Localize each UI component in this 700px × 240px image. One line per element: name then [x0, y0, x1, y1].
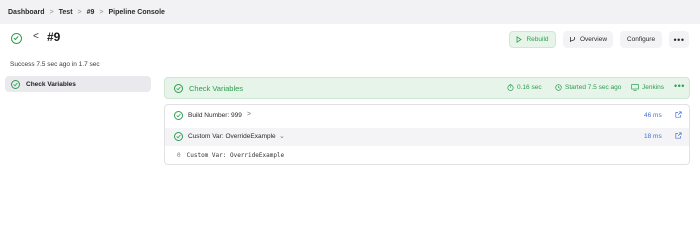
page-title: #9: [47, 30, 61, 44]
top-bar: Dashboard > Test > #9 > Pipeline Console: [0, 0, 700, 24]
breadcrumb-separator: >: [99, 8, 104, 16]
back-chevron-icon[interactable]: <: [33, 31, 39, 42]
chevron-right-icon[interactable]: >: [247, 111, 251, 118]
stage-started-label: Started 7.5 sec ago: [565, 84, 622, 91]
stage-duration: 0.16 sec: [507, 84, 542, 91]
clock-icon: [555, 84, 562, 91]
monitor-icon: [631, 84, 639, 91]
breadcrumb-separator: >: [49, 8, 54, 16]
timer-icon: [507, 84, 514, 91]
success-check-icon: [174, 132, 183, 141]
step-label: Build Number: 999: [188, 112, 242, 119]
stage-more-button[interactable]: •••: [674, 81, 685, 91]
sidebar-stage-check-variables[interactable]: Check Variables: [5, 76, 151, 92]
stage-agent-label: Jenkins: [642, 84, 665, 91]
step-row[interactable]: Custom Var: OverrideExample ⌄ 18 ms: [165, 128, 689, 146]
stage-agent[interactable]: Jenkins: [631, 84, 664, 91]
more-options-button[interactable]: •••: [669, 31, 689, 48]
breadcrumb-pipeline-console[interactable]: Pipeline Console: [109, 9, 165, 16]
success-check-icon: [11, 33, 22, 44]
stage-started: Started 7.5 sec ago: [555, 84, 621, 91]
stage-duration-label: 0.16 sec: [517, 84, 542, 91]
stage-header: Check Variables 0.16 sec Started 7.5 sec…: [164, 77, 690, 99]
success-check-icon: [174, 111, 183, 120]
breadcrumb-test[interactable]: Test: [59, 9, 73, 16]
console-log: 0 Custom Var: OverrideExample: [177, 152, 284, 159]
breadcrumb: Dashboard > Test > #9 > Pipeline Console: [0, 9, 165, 16]
external-link-icon[interactable]: [675, 132, 682, 139]
step-label: Custom Var: OverrideExample: [188, 133, 276, 140]
step-row[interactable]: Build Number: 999 > 46 ms: [165, 107, 689, 125]
stage-title: Check Variables: [189, 84, 244, 93]
step-duration: 18 ms: [644, 133, 662, 140]
breadcrumb-dashboard[interactable]: Dashboard: [8, 9, 45, 16]
success-check-icon: [174, 84, 183, 93]
branch-icon: [570, 37, 575, 42]
build-status-text: Success 7.5 sec ago in 1.7 sec: [10, 61, 100, 68]
rebuild-button[interactable]: Rebuild: [509, 31, 556, 48]
success-check-icon: [11, 79, 20, 89]
play-icon: [517, 36, 523, 43]
overview-button[interactable]: Overview: [563, 31, 613, 48]
steps-panel: Build Number: 999 > 46 ms Custom Var: Ov…: [164, 104, 690, 165]
breadcrumb-separator: >: [77, 8, 82, 16]
external-link-icon[interactable]: [675, 111, 682, 118]
log-line-number: 0: [177, 152, 181, 159]
configure-button[interactable]: Configure: [620, 31, 662, 48]
step-duration: 46 ms: [644, 112, 662, 119]
sidebar-stage-label: Check Variables: [26, 80, 76, 88]
rebuild-label: Rebuild: [526, 36, 549, 43]
configure-label: Configure: [626, 36, 656, 43]
breadcrumb-build[interactable]: #9: [87, 9, 95, 16]
log-line-text: Custom Var: OverrideExample: [186, 152, 285, 159]
chevron-down-icon[interactable]: ⌄: [279, 132, 285, 140]
overview-label: Overview: [579, 36, 608, 43]
